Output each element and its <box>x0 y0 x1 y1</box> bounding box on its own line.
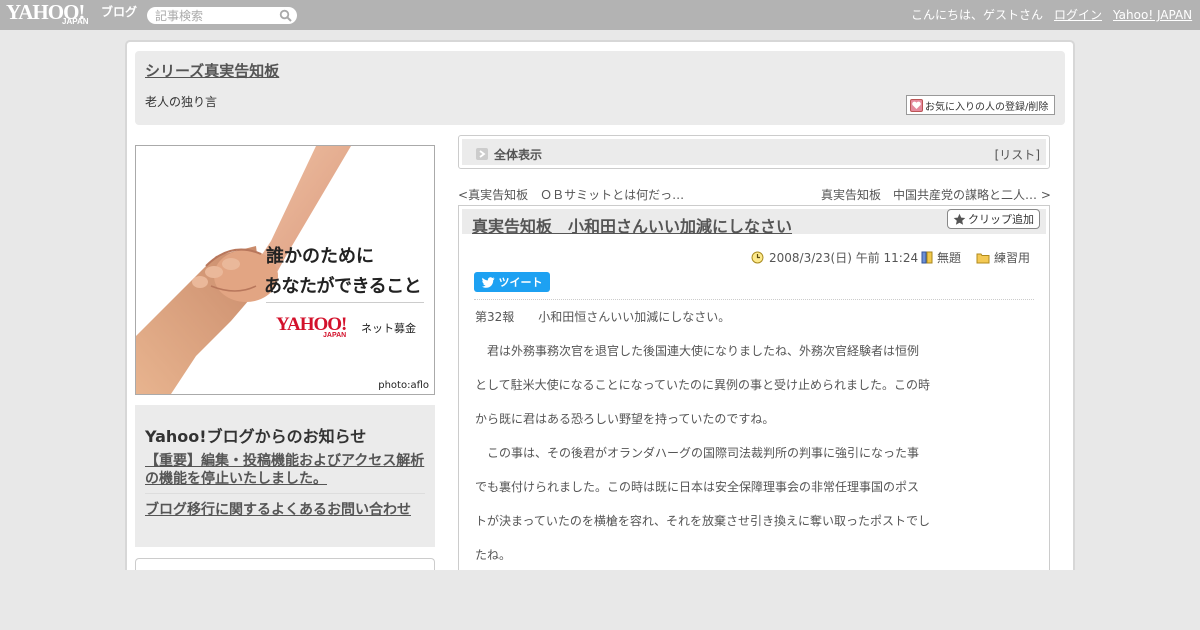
banner-service-name: ネット募金 <box>361 322 416 335</box>
search-icon[interactable] <box>279 9 292 22</box>
tweet-label: ツイート <box>498 276 543 289</box>
logo-blog-label[interactable]: ブログ <box>101 5 137 19</box>
favorite-register-label: お気に入りの人の登録/削除 <box>925 101 1049 113</box>
view-all-bar-inner: 全体表示 [リスト] <box>462 139 1046 165</box>
post-date: 2008/3/23(日) 午前 11:24 <box>751 249 918 266</box>
next-post-nav: 真実告知板 中国共産党の謀略と二人… > <box>821 186 1051 203</box>
arrow-right-icon <box>476 148 488 160</box>
clip-add-button[interactable]: クリップ追加 <box>947 209 1040 229</box>
top-bar: YAHOO! JAPAN ブログ こんにちは、ゲストさん ログイン Yahoo!… <box>0 0 1200 30</box>
view-all-label[interactable]: 全体表示 <box>494 146 542 163</box>
notice-link-faq[interactable]: ブログ移行に関するよくあるお問い合わせ <box>145 499 411 519</box>
post-tag-link[interactable]: 無題 <box>937 249 961 266</box>
book-icon <box>921 251 933 264</box>
view-all-bar: 全体表示 [リスト] <box>458 135 1050 169</box>
blog-description: 老人の独り言 <box>145 95 218 109</box>
post-category: 練習用 <box>976 249 1030 266</box>
list-bracket-close: ] <box>1035 148 1040 162</box>
post-body-line: でも裏付けられました。この時は既に日本は安全保障理事会の非常任理事国のポス <box>475 480 920 494</box>
post-body-line: から既に君はある恐ろしい野望を持っていたのですね。 <box>475 412 775 426</box>
post-body-line: 第32報 小和田恒さんいい加減にしなさい。 <box>475 310 731 324</box>
post-body-line: たね。 <box>475 548 512 562</box>
post-body-line: トが決まっていたのを横槍を容れ、それを放棄させ引き換えに奪い取ったポストでし <box>475 514 931 528</box>
banner-line1: 誰かのために <box>266 246 374 267</box>
tweet-button[interactable]: ツイート <box>474 272 550 292</box>
heart-icon <box>910 98 923 112</box>
prev-post-link[interactable]: 真実告知板 ＯＢサミットとは何だっ… <box>468 188 684 202</box>
post-header: 真実告知板 小和田さんいい加減にしなさい クリップ追加 <box>462 209 1046 237</box>
article-search <box>147 7 297 24</box>
search-input[interactable] <box>155 8 275 23</box>
twitter-bird-icon <box>481 276 494 288</box>
post-body-line: 君は外務事務次官を退官した後国連大使になりましたね、外務次官経験者は恒例 <box>475 344 920 358</box>
post-category-link[interactable]: 練習用 <box>994 249 1030 266</box>
post-tag: 無題 <box>921 249 961 266</box>
notice-heading: Yahoo!ブログからのお知らせ <box>145 427 367 446</box>
star-icon <box>953 213 966 225</box>
favorite-register-button[interactable]: お気に入りの人の登録/削除 <box>906 95 1055 115</box>
banner-yahoo-japan: JAPAN <box>323 332 347 339</box>
yahoo-japan-link[interactable]: Yahoo! JAPAN <box>1113 8 1192 22</box>
prev-post-nav: <真実告知板 ＯＢサミットとは何だっ… <box>458 186 684 203</box>
notice-divider <box>145 493 425 494</box>
notice-link-important[interactable]: 【重要】編集・投稿機能およびアクセス解析の機能を停止いたしました。 <box>145 452 428 488</box>
clip-add-label: クリップ追加 <box>968 213 1034 226</box>
post-body-line: として駐米大使になることになっていたのに異例の事と受け止められました。この時 <box>475 378 931 392</box>
banner-photo-credit: photo:aflo <box>378 380 429 391</box>
yahoo-blog-notice: Yahoo!ブログからのお知らせ 【重要】編集・投稿機能およびアクセス解析の機能… <box>135 405 435 547</box>
blog-post: 真実告知板 小和田さんいい加減にしなさい クリップ追加 2008/3/23(日)… <box>458 205 1050 585</box>
next-marker: > <box>1040 188 1051 202</box>
next-post-link[interactable]: 真実告知板 中国共産党の謀略と二人… <box>821 188 1037 202</box>
donation-banner[interactable]: 誰かのために あなたができること YAHOO! JAPAN ネット募金 phot… <box>135 145 435 395</box>
list-link[interactable]: リスト <box>999 148 1035 162</box>
handshake-image <box>136 146 351 394</box>
page-footer-band <box>0 570 1200 630</box>
blog-title[interactable]: シリーズ真実告知板 <box>145 60 279 81</box>
banner-divider <box>266 302 424 303</box>
post-date-link[interactable]: 2008/3/23(日) 午前 11:24 <box>769 249 918 266</box>
clock-icon <box>751 251 764 264</box>
logo-japan: JAPAN <box>62 17 89 26</box>
yahoo-logo[interactable]: YAHOO! JAPAN <box>6 2 89 27</box>
folder-icon <box>976 253 990 263</box>
prev-marker: < <box>458 188 469 202</box>
post-divider <box>474 299 1034 300</box>
greeting-text: こんにちは、ゲストさん <box>911 8 1044 22</box>
post-body-line: この事は、その後君がオランダハーグの国際司法裁判所の判事に強引になった事 <box>475 446 920 460</box>
banner-line2: あなたができること <box>264 276 422 297</box>
list-toggle: [リスト] <box>995 146 1040 163</box>
login-link[interactable]: ログイン <box>1054 8 1102 22</box>
post-title[interactable]: 真実告知板 小和田さんいい加減にしなさい <box>472 213 792 237</box>
blog-header: シリーズ真実告知板 老人の独り言 お気に入りの人の登録/削除 <box>135 51 1065 125</box>
